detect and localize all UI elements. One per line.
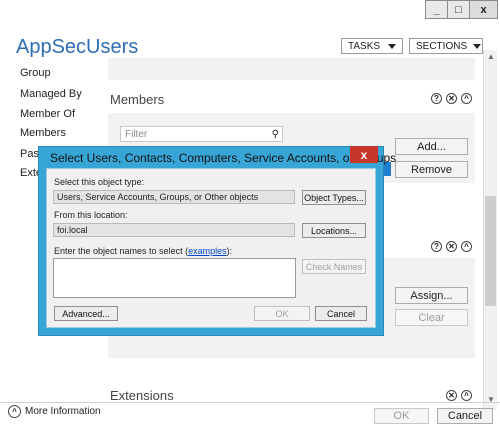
section-panel-top: [108, 58, 475, 80]
members-heading: Members: [110, 92, 165, 107]
page-title: AppSecUsers: [16, 36, 139, 58]
close-section-icon[interactable]: ✕: [446, 93, 457, 104]
nav-item-member-of[interactable]: Member Of: [20, 108, 75, 120]
locations-button[interactable]: Locations...: [302, 223, 366, 238]
nav-item-extensions[interactable]: Extensions: [20, 167, 38, 179]
sections-menu[interactable]: SECTIONS: [409, 38, 483, 54]
collapse-icon[interactable]: ^: [461, 390, 472, 401]
close-section-icon[interactable]: ✕: [446, 390, 457, 401]
assign-button[interactable]: Assign...: [395, 287, 468, 304]
chevron-down-icon: [388, 43, 396, 49]
nav-item-members[interactable]: Members: [20, 127, 66, 139]
filter-placeholder: Filter: [125, 128, 148, 140]
dialog-close-button[interactable]: x: [350, 146, 378, 163]
sections-label: SECTIONS: [416, 40, 468, 52]
object-names-label-suffix: ):: [226, 246, 233, 256]
more-information-label: More Information: [25, 406, 101, 417]
add-button[interactable]: Add...: [395, 138, 468, 155]
extensions-heading: Extensions: [110, 388, 174, 401]
footer-divider: [0, 402, 500, 403]
maximize-button[interactable]: □: [447, 0, 470, 19]
minimize-icon: _: [433, 3, 440, 16]
footer-ok-button[interactable]: OK: [374, 408, 429, 424]
tasks-label: TASKS: [348, 40, 381, 52]
close-window-button[interactable]: x: [469, 0, 498, 19]
nav-item-group[interactable]: Group: [20, 67, 51, 79]
dialog-ok-button[interactable]: OK: [254, 306, 310, 321]
clear-button[interactable]: Clear: [395, 309, 468, 326]
location-field: foi.local: [53, 223, 295, 237]
expand-icon: ^: [8, 405, 21, 418]
minimize-button[interactable]: _: [425, 0, 448, 19]
object-types-button[interactable]: Object Types...: [302, 190, 366, 205]
remove-button[interactable]: Remove: [395, 161, 468, 178]
scrollbar[interactable]: ▲ ▼: [483, 50, 497, 410]
close-section-icon[interactable]: ✕: [446, 241, 457, 252]
dialog-cancel-button[interactable]: Cancel: [315, 306, 367, 321]
close-icon: x: [480, 3, 487, 16]
help-icon[interactable]: ?: [431, 241, 442, 252]
tasks-menu[interactable]: TASKS: [341, 38, 403, 54]
object-type-label: Select this object type:: [54, 177, 145, 187]
footer-cancel-button[interactable]: Cancel: [437, 408, 493, 424]
members-filter-input[interactable]: Filter ⚲: [120, 126, 283, 142]
help-icon[interactable]: ?: [431, 93, 442, 104]
maximize-icon: □: [455, 3, 462, 16]
collapse-icon[interactable]: ^: [461, 241, 472, 252]
examples-link[interactable]: examples: [188, 246, 227, 256]
close-icon: x: [360, 147, 368, 162]
advanced-button[interactable]: Advanced...: [54, 306, 118, 321]
nav-item-managed-by[interactable]: Managed By: [20, 88, 82, 100]
object-type-field: Users, Service Accounts, Groups, or Othe…: [53, 190, 295, 204]
object-names-input[interactable]: [53, 258, 296, 298]
chevron-down-icon: [473, 43, 482, 49]
search-icon: ⚲: [271, 128, 279, 140]
scrollbar-thumb[interactable]: [485, 196, 496, 306]
more-information-toggle[interactable]: ^ More Information: [8, 405, 101, 418]
location-label: From this location:: [54, 210, 128, 220]
scroll-up-icon[interactable]: ▲: [487, 52, 495, 61]
check-names-button[interactable]: Check Names: [302, 259, 366, 274]
object-names-label-prefix: Enter the object names to select (: [54, 246, 189, 256]
dialog-title: Select Users, Contacts, Computers, Servi…: [50, 151, 397, 165]
collapse-icon[interactable]: ^: [461, 93, 472, 104]
object-names-label: Enter the object names to select (exampl…: [54, 246, 232, 256]
nav-item-password[interactable]: Password: [20, 148, 38, 160]
